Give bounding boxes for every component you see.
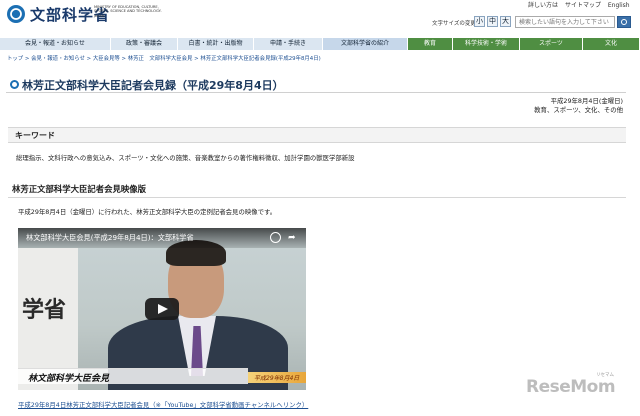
page-meta: 平成29年8月4日(金曜日) 教育、スポーツ、文化、その他 (534, 97, 623, 115)
text-size-large-button[interactable]: 大 (500, 16, 511, 27)
site-logo-subtitle: MINISTRY OF EDUCATION, CULTURE, SPORTS, … (94, 5, 162, 18)
nav-item-press[interactable]: 会見・報道・お知らせ (0, 38, 111, 50)
nav-item-about[interactable]: 文部科学省の紹介 (323, 38, 408, 50)
ministry-emblem-icon[interactable] (7, 5, 25, 23)
video-player[interactable]: 学省 林文部科学大臣会見(平成29年8月4日)：文部科学省 ➦ 林文部科学大臣会… (18, 228, 306, 390)
page-date: 平成29年8月4日(金曜日) (550, 97, 623, 105)
nav-item-education[interactable]: 教育 (408, 38, 453, 50)
nav-item-science[interactable]: 科学技術・学術 (453, 38, 520, 50)
util-link-detail[interactable]: 詳しい方は (528, 2, 558, 9)
utility-links: 詳しい方は サイトマップ English (528, 0, 635, 9)
share-icon[interactable]: ➦ (288, 233, 296, 243)
util-link-sitemap[interactable]: サイトマップ (565, 2, 601, 9)
text-size-small-button[interactable]: 小 (474, 16, 485, 27)
keywords-text: 総理指示、文科行政への意気込み、スポーツ・文化への施策、音楽教室からの著作権料徴… (16, 154, 355, 162)
resemom-watermark: ReseMom (526, 377, 616, 397)
text-size-label: 文字サイズの変更 (432, 21, 476, 27)
video-section-heading: 林芳正文部科学大臣記者会見映像版 (12, 184, 146, 194)
watch-later-icon[interactable] (270, 232, 281, 243)
nav-item-application[interactable]: 申請・手続き (254, 38, 323, 50)
site-header: 文部科学省 MINISTRY OF EDUCATION, CULTURE, SP… (0, 0, 640, 38)
video-date-text: 平成29年8月4日 (254, 375, 300, 382)
nav-item-culture[interactable]: 文化 (583, 38, 640, 50)
global-nav: 会見・報道・お知らせ 政策・審議会 白書・統計・出版物 申請・手続き 文部科学省… (0, 38, 640, 50)
video-section-divider (8, 197, 626, 198)
video-date-band: 平成29年8月4日 (248, 372, 306, 383)
nav-item-policy[interactable]: 政策・審議会 (111, 38, 178, 50)
breadcrumb[interactable]: トップ > 会見・報道・お知らせ > 大臣会見等 > 林芳正 文部科学大臣会見 … (7, 54, 321, 62)
text-size-medium-button[interactable]: 中 (487, 16, 498, 27)
video-backdrop-text: 学省 (22, 298, 67, 323)
play-button[interactable] (145, 298, 179, 320)
keywords-heading-bar: キーワード (8, 127, 626, 143)
page-categories: 教育、スポーツ、文化、その他 (534, 106, 623, 114)
youtube-link[interactable]: 平成29年8月4日林芳正文部科学大臣記者会見（※「YouTube」文部科学省動画… (18, 400, 308, 409)
nav-item-whitepaper[interactable]: 白書・統計・出版物 (178, 38, 254, 50)
video-caption-band: 林文部科学大臣会見 (18, 368, 248, 384)
title-divider (6, 92, 626, 93)
keywords-heading: キーワード (15, 131, 55, 140)
nav-item-sports[interactable]: スポーツ (520, 38, 583, 50)
search-input[interactable] (515, 16, 615, 28)
video-top-bar: 林文部科学大臣会見(平成29年8月4日)：文部科学省 ➦ (18, 228, 306, 248)
util-link-english[interactable]: English (608, 2, 630, 9)
video-caption-text: 林文部科学大臣会見 (28, 374, 110, 384)
search-button[interactable] (617, 16, 631, 28)
title-bullet-icon (10, 80, 19, 89)
video-intro-text: 平成29年8月4日（金曜日）に行われた、林芳正文部科学大臣の定例記者会見の映像で… (18, 208, 277, 216)
video-title[interactable]: 林文部科学大臣会見(平成29年8月4日)：文部科学省 (26, 233, 194, 243)
page-title: 林芳正文部科学大臣記者会見録（平成29年8月4日） (22, 79, 284, 92)
